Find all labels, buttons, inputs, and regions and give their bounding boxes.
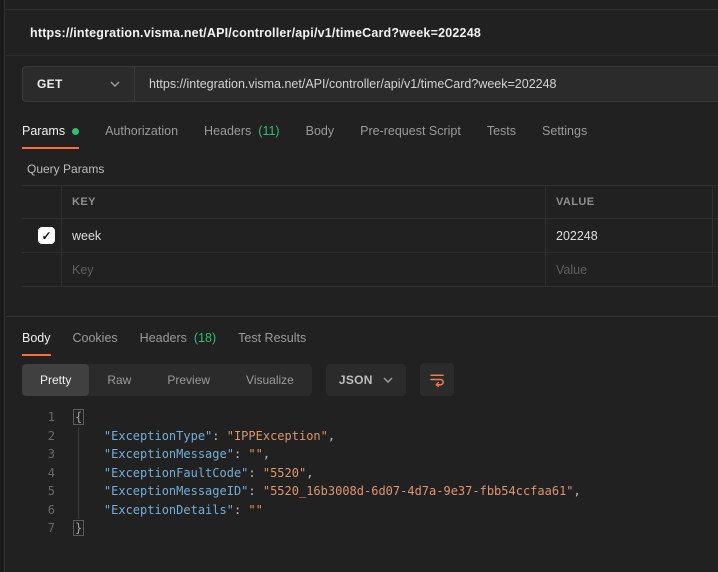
response-tab-test-results-label: Test Results bbox=[238, 331, 307, 345]
line-number: 3 bbox=[47, 447, 55, 461]
query-params-label: Query Params bbox=[27, 162, 105, 176]
code-line: 6 "ExceptionDetails": "" bbox=[6, 501, 718, 520]
row-checkbox-cell: ✓ bbox=[22, 219, 61, 252]
tab-authorization-label: Authorization bbox=[105, 124, 179, 138]
tab-headers[interactable]: Headers (11) bbox=[204, 118, 280, 149]
open-brace: { bbox=[73, 409, 85, 425]
value-column-header: VALUE bbox=[545, 186, 712, 218]
json-key: "ExceptionMessage" bbox=[103, 447, 234, 461]
table-row: ✓ week 202248 bbox=[22, 219, 718, 253]
json-key: "ExceptionMessageID" bbox=[103, 484, 249, 498]
param-key-cell[interactable]: week bbox=[61, 219, 545, 252]
response-tabs: Body Cookies Headers (18) Test Results bbox=[6, 317, 718, 356]
line-number: 4 bbox=[47, 465, 55, 480]
tab-settings-label: Settings bbox=[542, 124, 588, 138]
code-line: 3 "ExceptionMessage": "", bbox=[6, 445, 718, 464]
request-title-bar: https://integration.visma.net/API/contro… bbox=[6, 10, 718, 56]
json-value: "" bbox=[248, 502, 263, 517]
tab-settings[interactable]: Settings bbox=[542, 118, 587, 149]
window-top-edge bbox=[6, 0, 718, 10]
json-value: "" bbox=[248, 447, 263, 461]
param-key: week bbox=[72, 228, 102, 243]
param-value-cell[interactable]: 202248 bbox=[545, 219, 712, 252]
new-value-input[interactable]: Value bbox=[545, 253, 712, 286]
request-url-row: GET https://integration.visma.net/API/co… bbox=[6, 56, 718, 112]
code-line: 2 "ExceptionType": "IPPException", bbox=[6, 427, 718, 446]
response-format-dropdown[interactable]: JSON bbox=[325, 363, 406, 396]
bracket-guide-line bbox=[78, 427, 79, 519]
code-line: 4 "ExceptionFaultCode": "5520", bbox=[6, 464, 718, 483]
tab-params-label: Params bbox=[22, 124, 66, 138]
param-enabled-checkbox[interactable]: ✓ bbox=[38, 227, 55, 244]
response-tab-body-label: Body bbox=[22, 331, 51, 345]
request-title: https://integration.visma.net/API/contro… bbox=[30, 25, 481, 40]
tab-tests-label: Tests bbox=[486, 124, 517, 138]
raw-view-button[interactable]: Raw bbox=[89, 364, 149, 396]
headers-count-badge: (11) bbox=[258, 124, 280, 138]
line-number: 1 bbox=[47, 410, 55, 424]
json-key: "ExceptionType" bbox=[103, 428, 213, 443]
json-key: "ExceptionFaultCode" bbox=[103, 465, 249, 480]
empty-checkbox-cell bbox=[22, 253, 61, 286]
response-tab-cookies[interactable]: Cookies bbox=[73, 325, 118, 356]
tab-authorization[interactable]: Authorization bbox=[105, 118, 178, 149]
table-empty-row: Key Value bbox=[22, 253, 718, 287]
unsaved-params-dot-icon bbox=[72, 127, 80, 135]
checkbox-column-header bbox=[22, 186, 61, 218]
url-input[interactable]: https://integration.visma.net/API/contro… bbox=[135, 67, 718, 101]
close-brace: } bbox=[73, 520, 85, 536]
response-tab-headers[interactable]: Headers (18) bbox=[140, 325, 216, 356]
tab-params[interactable]: Params bbox=[22, 118, 80, 149]
key-column-header: KEY bbox=[61, 186, 545, 218]
tab-pre-request-script[interactable]: Pre-request Script bbox=[360, 118, 461, 149]
value-placeholder: Value bbox=[556, 262, 588, 277]
line-number: 7 bbox=[47, 521, 55, 535]
tab-tests[interactable]: Tests bbox=[487, 118, 516, 149]
response-tab-cookies-label: Cookies bbox=[72, 331, 118, 345]
tab-pre-request-script-label: Pre-request Script bbox=[360, 124, 461, 138]
response-toolbar: Pretty Raw Preview Visualize JSON bbox=[22, 363, 718, 396]
chevron-down-icon bbox=[383, 376, 393, 383]
tab-body-label: Body bbox=[305, 124, 335, 138]
response-headers-count-badge: (18) bbox=[193, 331, 217, 345]
new-key-input[interactable]: Key bbox=[61, 253, 545, 286]
visualize-view-button[interactable]: Visualize bbox=[228, 364, 312, 396]
tab-body[interactable]: Body bbox=[306, 118, 335, 149]
window-left-edge bbox=[0, 0, 5, 572]
request-tabs: Params Authorization Headers (11) Body P… bbox=[6, 112, 718, 149]
response-tab-body[interactable]: Body bbox=[22, 325, 51, 356]
row-sliver bbox=[712, 219, 718, 252]
url-bar: GET https://integration.visma.net/API/co… bbox=[22, 66, 718, 102]
chevron-down-icon bbox=[110, 81, 120, 87]
view-mode-group: Pretty Raw Preview Visualize bbox=[22, 363, 312, 396]
table-header-row: KEY VALUE bbox=[22, 185, 718, 219]
text-wrap-icon bbox=[430, 374, 444, 387]
wrap-text-button[interactable] bbox=[419, 363, 454, 396]
code-line: 7 } bbox=[6, 519, 718, 538]
json-value: "IPPException" bbox=[226, 428, 328, 443]
format-label: JSON bbox=[338, 372, 373, 387]
response-tab-headers-label: Headers bbox=[139, 331, 187, 345]
query-params-table: KEY VALUE ✓ week 202248 Key Value bbox=[22, 185, 718, 287]
line-number: 2 bbox=[47, 428, 55, 443]
code-line: 5 "ExceptionMessageID": "5520_16b3008d-6… bbox=[6, 482, 718, 501]
response-tab-test-results[interactable]: Test Results bbox=[238, 325, 306, 356]
param-value: 202248 bbox=[556, 228, 598, 243]
json-key: "ExceptionDetails" bbox=[103, 502, 234, 517]
line-number: 5 bbox=[47, 484, 55, 498]
key-placeholder: Key bbox=[72, 262, 94, 277]
description-column-sliver bbox=[712, 186, 718, 218]
json-value: "5520_16b3008d-6d07-4d7a-9e37-fbb54ccfaa… bbox=[262, 484, 574, 498]
method-dropdown[interactable]: GET bbox=[23, 67, 135, 101]
code-line: 1 { bbox=[6, 408, 718, 427]
pretty-view-button[interactable]: Pretty bbox=[22, 363, 90, 396]
response-body-viewer[interactable]: 1 { 2 "ExceptionType": "IPPException", 3… bbox=[6, 408, 718, 538]
preview-view-button[interactable]: Preview bbox=[149, 364, 228, 396]
json-value: "5520" bbox=[262, 465, 307, 480]
tab-headers-label: Headers bbox=[204, 124, 252, 138]
empty-row-sliver bbox=[712, 253, 718, 286]
line-number: 6 bbox=[47, 502, 55, 517]
method-label: GET bbox=[37, 77, 63, 91]
